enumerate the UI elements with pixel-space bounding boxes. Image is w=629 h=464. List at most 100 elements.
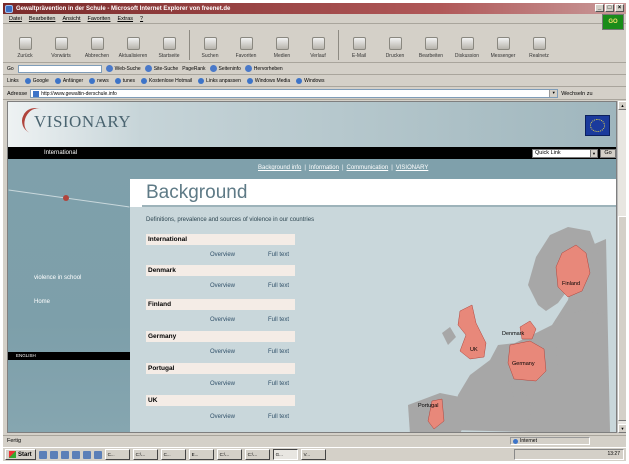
link-windows-media[interactable]: Windows Media <box>246 78 291 84</box>
media-button[interactable]: Medien <box>264 28 300 62</box>
overview-link[interactable]: Overview <box>210 381 235 387</box>
map-label-denmark[interactable]: Denmark <box>502 331 525 337</box>
quicklaunch-explorer-icon[interactable] <box>93 450 102 459</box>
fulltext-link[interactable]: Full text <box>268 381 289 387</box>
language-bar[interactable]: ENGLISH <box>8 352 130 360</box>
web-search-button[interactable]: Web-Suche <box>105 65 141 72</box>
fulltext-link[interactable]: Full text <box>268 283 289 289</box>
link-google[interactable]: Google <box>24 78 49 84</box>
edit-button[interactable]: Bearbeiten <box>413 28 449 62</box>
link-windows[interactable]: Windows <box>296 78 324 84</box>
maximize-button[interactable]: □ <box>605 4 614 12</box>
address-bar: Adresse http://www.gewaltin-derschule.in… <box>3 88 626 100</box>
taskbar-item[interactable]: C:\... <box>132 449 158 460</box>
overview-link[interactable]: Overview <box>210 317 235 323</box>
quicklaunch-desktop-icon[interactable] <box>38 450 47 459</box>
refresh-button[interactable]: Aktualisieren <box>115 28 151 62</box>
minimize-button[interactable]: _ <box>595 4 604 12</box>
overview-link[interactable]: Overview <box>210 252 235 258</box>
google-label: Go <box>7 65 14 72</box>
link-news[interactable]: news <box>89 78 109 84</box>
map-label-portugal[interactable]: Portugal <box>418 403 439 409</box>
fulltext-link[interactable]: Full text <box>268 414 289 420</box>
forward-button[interactable]: Vorwärts <box>43 28 79 62</box>
map-label-uk[interactable]: UK <box>470 347 478 353</box>
nav-violence-in-school[interactable]: violence in school <box>34 275 81 281</box>
history-button[interactable]: Verlauf <box>300 28 336 62</box>
overview-link[interactable]: Overview <box>210 414 235 420</box>
fulltext-link[interactable]: Full text <box>268 349 289 355</box>
site-search-button[interactable]: Site-Suche <box>144 65 178 72</box>
link-tunes[interactable]: tunes <box>114 78 135 84</box>
taskbar-item[interactable]: C:\... <box>216 449 242 460</box>
close-button[interactable]: × <box>615 4 624 12</box>
status-text: Fertig <box>7 438 22 444</box>
real-button[interactable]: Realnetz <box>521 28 557 62</box>
mail-button[interactable]: E-Mail <box>341 28 377 62</box>
site-logo[interactable]: VISIONARY <box>34 112 131 132</box>
menu-edit[interactable]: Bearbeiten <box>29 16 56 22</box>
quick-link-select[interactable]: Quick Link <box>532 149 596 158</box>
overview-link[interactable]: Overview <box>210 349 235 355</box>
chevron-down-icon[interactable]: ▼ <box>549 90 558 97</box>
link-label: Windows Media <box>254 78 291 84</box>
window-title-bar[interactable]: Gewaltprävention in der Schule - Microso… <box>3 3 626 14</box>
go-to-button[interactable]: Wechseln zu <box>561 91 592 97</box>
link-customize[interactable]: Links anpassen <box>198 78 241 84</box>
messenger-icon <box>496 37 510 50</box>
quicklaunch-outlook-icon[interactable] <box>60 450 69 459</box>
taskbar-item[interactable]: C:\... <box>244 449 270 460</box>
address-input[interactable]: http://www.gewaltin-derschule.info ▼ <box>30 89 559 98</box>
menu-tools[interactable]: Extras <box>117 16 133 22</box>
pageinfo-button[interactable]: Seiteninfo <box>209 65 241 72</box>
menu-favorites[interactable]: Favoriten <box>88 16 111 22</box>
nav-visionary[interactable]: VISIONARY <box>396 165 429 171</box>
favorites-button[interactable]: Favoriten <box>228 28 264 62</box>
taskbar-item[interactable]: V... <box>300 449 326 460</box>
taskbar-item[interactable]: C... <box>104 449 130 460</box>
print-button[interactable]: Drucken <box>377 28 413 62</box>
quicklaunch-ie-icon[interactable] <box>49 450 58 459</box>
messenger-label: Messenger <box>490 53 516 59</box>
quicklaunch-media-icon[interactable] <box>82 450 91 459</box>
highlight-button[interactable]: Hervorheben <box>244 65 283 72</box>
taskbar-item[interactable]: C... <box>160 449 186 460</box>
menu-help[interactable]: ? <box>140 16 143 22</box>
nav-communication[interactable]: Communication <box>347 165 389 171</box>
back-button[interactable]: Zurück <box>7 28 43 62</box>
fulltext-link[interactable]: Full text <box>268 252 289 258</box>
quicklaunch-word-icon[interactable] <box>71 450 80 459</box>
overview-link[interactable]: Overview <box>210 283 235 289</box>
status-bar: Fertig Internet <box>3 435 626 446</box>
stop-button[interactable]: Abbrechen <box>79 28 115 62</box>
messenger-button[interactable]: Messenger <box>485 28 521 62</box>
scroll-down-icon[interactable]: ▼ <box>618 424 626 433</box>
google-search-input[interactable] <box>17 64 102 73</box>
map-label-germany[interactable]: Germany <box>512 361 535 367</box>
search-button[interactable]: Suchen <box>192 28 228 62</box>
nav-information[interactable]: Information <box>309 165 339 171</box>
nav-home[interactable]: Home <box>34 299 50 305</box>
scroll-up-icon[interactable]: ▲ <box>618 101 626 110</box>
chevron-down-icon[interactable]: ▼ <box>590 149 598 158</box>
scroll-thumb[interactable] <box>618 216 626 421</box>
fulltext-link[interactable]: Full text <box>268 317 289 323</box>
menu-view[interactable]: Ansicht <box>62 16 80 22</box>
link-hotmail[interactable]: Kostenlose Hotmail <box>141 78 192 84</box>
taskbar-item[interactable]: E... <box>188 449 214 460</box>
map-label-finland[interactable]: Finland <box>562 281 580 287</box>
nav-background-info[interactable]: Background info <box>258 165 301 171</box>
taskbar-item-active[interactable]: G... <box>272 449 298 460</box>
quick-link-go-button[interactable]: Go <box>600 149 616 158</box>
menu-file[interactable]: Datei <box>9 16 22 22</box>
print-icon <box>388 37 402 50</box>
pagerank-button[interactable]: PageRank <box>182 66 205 72</box>
country-international: International <box>146 234 295 245</box>
edit-icon <box>424 37 438 50</box>
discuss-button[interactable]: Diskussion <box>449 28 485 62</box>
vertical-scrollbar[interactable]: ▲ ▼ <box>617 101 626 433</box>
start-button[interactable]: Start <box>5 449 36 460</box>
home-button[interactable]: Startseite <box>151 28 187 62</box>
link-beginner[interactable]: Anfänger <box>54 78 83 84</box>
clock[interactable]: 13:27 <box>607 451 620 457</box>
